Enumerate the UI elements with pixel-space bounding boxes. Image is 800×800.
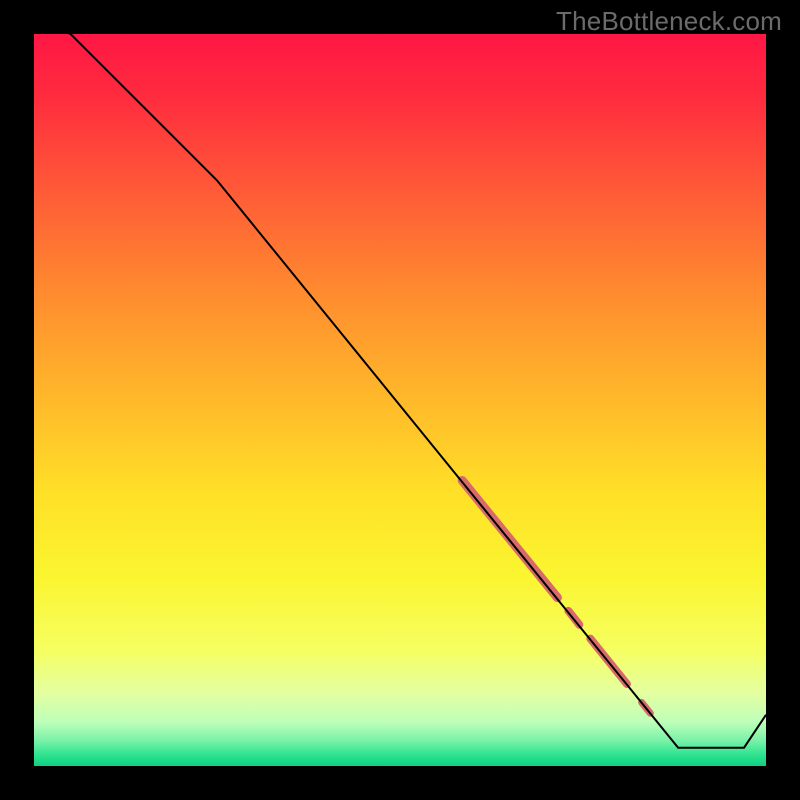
chart-container: TheBottleneck.com <box>0 0 800 800</box>
chart-svg <box>0 0 800 800</box>
watermark-text: TheBottleneck.com <box>556 6 782 37</box>
gradient-background <box>34 34 766 766</box>
plot-area <box>34 19 766 766</box>
